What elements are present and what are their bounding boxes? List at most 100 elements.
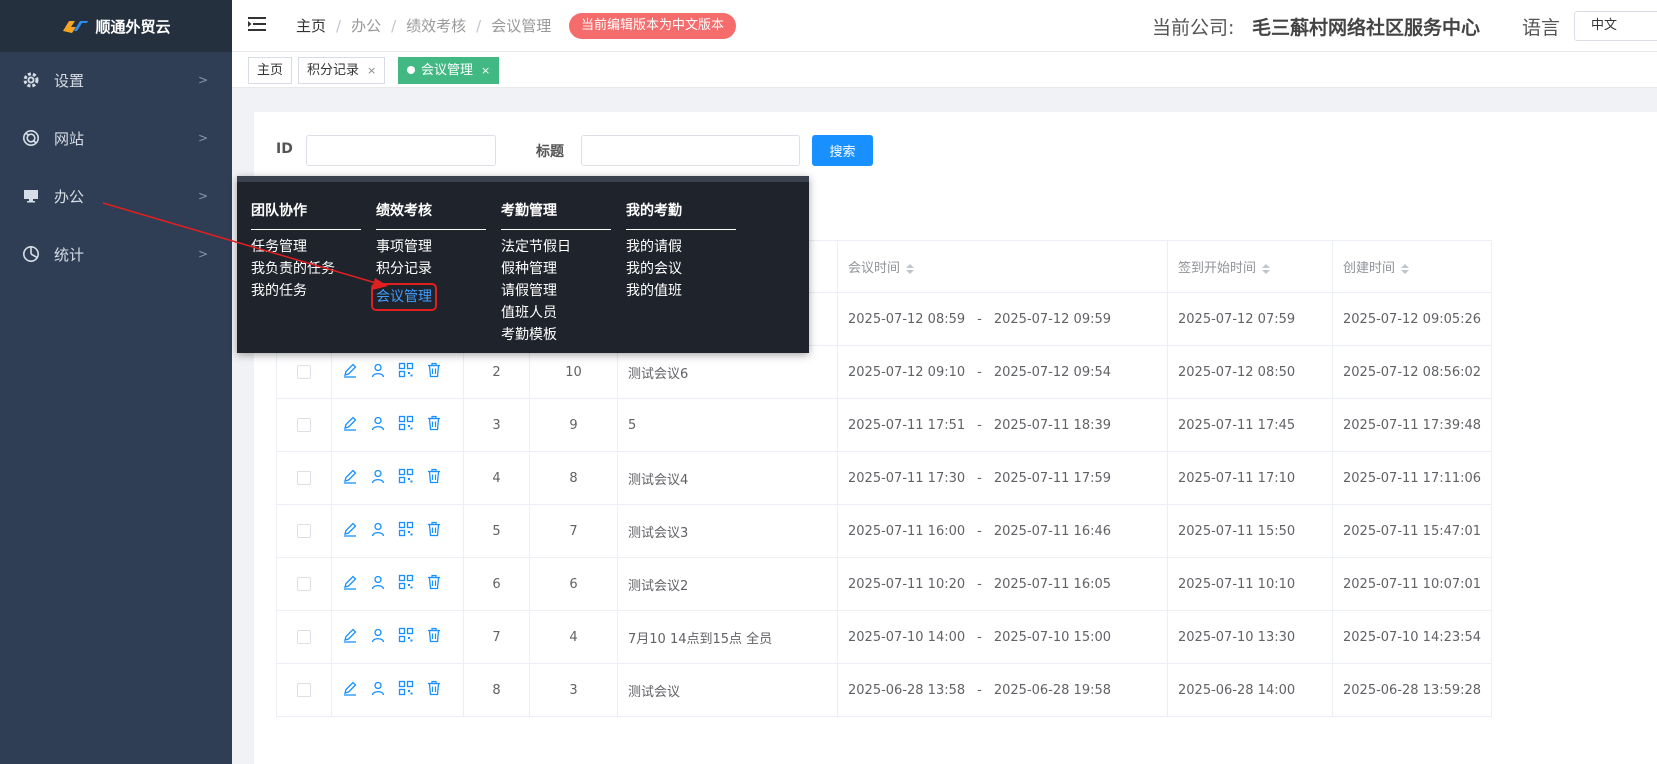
cell-id: 4: [529, 610, 618, 664]
table-row[interactable]: 6 6 测试会议2 2025-07-11 10:20-2025-07-11 16:05…: [276, 557, 1493, 611]
delete-icon[interactable]: [426, 680, 442, 700]
row-checkbox[interactable]: [297, 418, 311, 432]
user-icon[interactable]: [370, 415, 386, 435]
row-checkbox[interactable]: [297, 577, 311, 591]
breadcrumb-office: 办公: [351, 17, 382, 35]
title-input[interactable]: [581, 135, 800, 166]
sidebar-item-website[interactable]: 网站 >: [0, 123, 232, 153]
breadcrumb-separator: /: [336, 16, 342, 35]
table-row[interactable]: 7 4 7月10 14点到15点 全员 2025-07-10 14:00-2025-0…: [276, 610, 1493, 664]
user-icon[interactable]: [370, 680, 386, 700]
delete-icon[interactable]: [426, 627, 442, 647]
qrcode-icon[interactable]: [398, 574, 414, 594]
delete-icon[interactable]: [426, 574, 442, 594]
sort-icon[interactable]: [906, 263, 915, 274]
user-icon[interactable]: [370, 627, 386, 647]
mega-menu-item[interactable]: 我的任务: [251, 283, 307, 299]
user-icon[interactable]: [370, 521, 386, 541]
cell-created: 2025-07-11 17:11:06: [1331, 451, 1493, 505]
cell-created: 2025-07-12 08:56:02: [1331, 345, 1493, 399]
tab-meeting-management[interactable]: 会议管理 ×: [398, 57, 500, 84]
row-checkbox[interactable]: [297, 524, 311, 538]
menu-toggle-icon[interactable]: [248, 16, 266, 32]
delete-icon[interactable]: [426, 362, 442, 382]
mega-menu-item[interactable]: 会议管理: [371, 283, 437, 311]
user-icon[interactable]: [370, 468, 386, 488]
search-button[interactable]: 搜索: [812, 135, 873, 166]
mega-menu-column: 考勤管理 法定节假日 假种管理 请假管理 值班人员 考勤模板: [501, 200, 611, 346]
cell-id: 8: [529, 451, 618, 505]
breadcrumb-meeting: 会议管理: [491, 17, 552, 35]
start-time: 2025-07-12 09:10: [848, 364, 966, 380]
header-signin-start[interactable]: 签到开始时间: [1167, 240, 1333, 293]
breadcrumb-home[interactable]: 主页: [296, 15, 326, 36]
mega-menu-item[interactable]: 值班人员: [501, 305, 557, 321]
mega-menu-item[interactable]: 我的请假: [626, 239, 682, 255]
mega-menu-item[interactable]: 我的值班: [626, 283, 682, 299]
sidebar-item-office[interactable]: 办公 >: [0, 181, 232, 211]
header-created[interactable]: 创建时间: [1331, 240, 1493, 293]
delete-icon[interactable]: [426, 415, 442, 435]
logo[interactable]: 顺通外贸云: [0, 0, 232, 52]
cell-meeting-time: 2025-07-11 16:00-2025-07-11 16:46: [837, 504, 1168, 558]
id-label: ID: [276, 141, 293, 157]
tab-home[interactable]: 主页: [248, 57, 293, 84]
edit-icon[interactable]: [342, 680, 358, 700]
row-checkbox[interactable]: [297, 365, 311, 379]
mega-menu-item[interactable]: 考勤模板: [501, 327, 557, 343]
row-actions: [331, 663, 464, 717]
qrcode-icon[interactable]: [398, 627, 414, 647]
qrcode-icon[interactable]: [398, 362, 414, 382]
language-select[interactable]: 中文: [1574, 11, 1657, 41]
edit-icon[interactable]: [342, 574, 358, 594]
qrcode-icon[interactable]: [398, 521, 414, 541]
sort-icon[interactable]: [1262, 263, 1271, 274]
start-time: 2025-07-10 14:00: [848, 629, 966, 645]
user-icon[interactable]: [370, 574, 386, 594]
cell-signin-start: 2025-07-12 08:50: [1167, 345, 1333, 399]
breadcrumb: 主页 / 办公 / 绩效考核 / 会议管理: [296, 15, 551, 36]
table-row[interactable]: 5 7 测试会议3 2025-07-11 16:00-2025-07-11 16:46…: [276, 504, 1493, 558]
table-row[interactable]: 8 3 测试会议 2025-06-28 13:58-2025-06-28 19:58 2…: [276, 663, 1493, 717]
edit-icon[interactable]: [342, 362, 358, 382]
mega-menu-item[interactable]: 请假管理: [501, 283, 557, 299]
table-row[interactable]: 2 10 测试会议6 2025-07-12 09:10-2025-07-12 09:5…: [276, 345, 1493, 399]
mega-menu-item[interactable]: 任务管理: [251, 239, 307, 255]
tab-points-record[interactable]: 积分记录 ×: [298, 57, 386, 84]
edit-icon[interactable]: [342, 468, 358, 488]
qrcode-icon[interactable]: [398, 680, 414, 700]
mega-menu-item[interactable]: 假种管理: [501, 261, 557, 277]
close-icon[interactable]: ×: [481, 64, 490, 77]
start-time: 2025-07-11 10:20: [848, 576, 966, 592]
edit-icon[interactable]: [342, 627, 358, 647]
sidebar-item-settings[interactable]: 设置 >: [0, 65, 232, 95]
cell-signin-start: 2025-07-11 10:10: [1167, 557, 1333, 611]
row-checkbox[interactable]: [297, 683, 311, 697]
mega-menu-item[interactable]: 积分记录: [376, 261, 432, 277]
header-meeting-time[interactable]: 会议时间: [837, 240, 1168, 293]
table-row[interactable]: 3 9 5 2025-07-11 17:51-2025-07-11 18:39 2025…: [276, 398, 1493, 452]
chevron-right-icon: >: [198, 189, 209, 203]
mega-menu-item[interactable]: 我的会议: [626, 261, 682, 277]
mega-menu-item[interactable]: 法定节假日: [501, 239, 571, 255]
edit-icon[interactable]: [342, 415, 358, 435]
qrcode-icon[interactable]: [398, 415, 414, 435]
row-checkbox[interactable]: [297, 630, 311, 644]
start-time: 2025-06-28 13:58: [848, 682, 966, 698]
mega-menu-item[interactable]: 我负责的任务: [251, 261, 335, 277]
row-actions: [331, 557, 464, 611]
sort-icon[interactable]: [1401, 263, 1410, 274]
row-checkbox[interactable]: [297, 471, 311, 485]
table-row[interactable]: 4 8 测试会议4 2025-07-11 17:30-2025-07-11 17:59…: [276, 451, 1493, 505]
cell-no: 5: [463, 504, 530, 558]
mega-menu-item[interactable]: 事项管理: [376, 239, 432, 255]
edit-icon[interactable]: [342, 521, 358, 541]
delete-icon[interactable]: [426, 468, 442, 488]
close-icon[interactable]: ×: [367, 64, 376, 77]
id-input[interactable]: [306, 135, 496, 166]
sidebar-item-stats[interactable]: 统计 >: [0, 239, 232, 269]
title-label: 标题: [536, 144, 564, 160]
user-icon[interactable]: [370, 362, 386, 382]
qrcode-icon[interactable]: [398, 468, 414, 488]
delete-icon[interactable]: [426, 521, 442, 541]
